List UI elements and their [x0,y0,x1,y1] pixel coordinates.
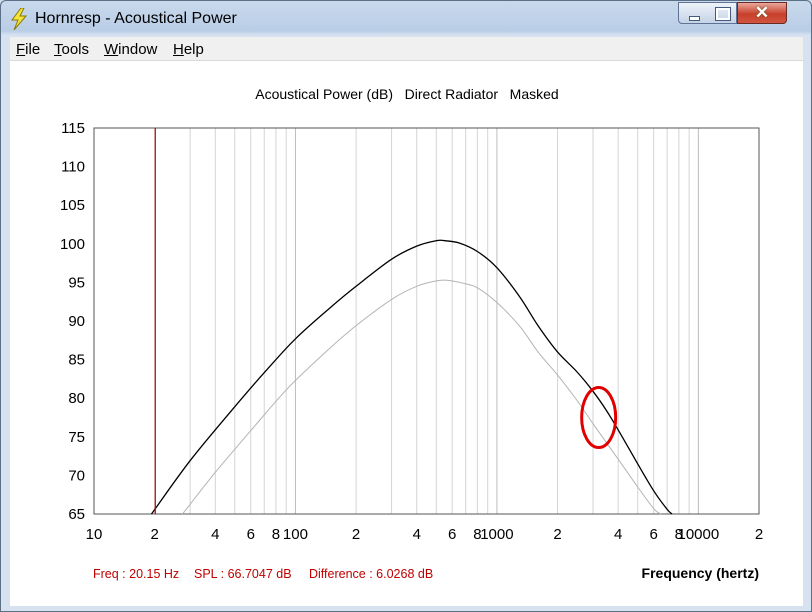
y-tick-label: 110 [61,159,85,176]
x-tick-label: 4 [614,526,622,543]
close-button[interactable]: ✕ [737,2,787,24]
x-tick-label: 6 [649,526,657,543]
y-tick-label: 85 [68,352,85,369]
y-tick-label: 80 [68,390,85,407]
y-tick-label: 65 [68,506,85,523]
x-tick-label: 8 [272,526,280,543]
x-tick-label: 2 [553,526,561,543]
x-tick-label: 4 [211,526,219,543]
x-tick-label: 10 [86,526,103,543]
title-bar[interactable]: Hornresp - Acoustical Power ✕ [1,1,811,35]
x-tick-label: 6 [448,526,456,543]
secondary-power-curve [182,279,661,515]
y-tick-label: 70 [68,467,85,484]
y-tick-label: 95 [68,274,85,291]
status-difference: Difference : 6.0268 dB [309,567,433,581]
acoustical-power-chart[interactable]: 6570758085909510010511011510 2 4 6 8 100 2 4 6 81… [10,61,803,606]
y-tick-label: 100 [60,236,85,253]
menu-file[interactable]: File [16,41,40,58]
x-tick-label: 100 [283,526,308,543]
maximize-button[interactable] [707,2,737,24]
window-title: Hornresp - Acoustical Power [35,10,237,27]
x-tick-label: 10000 [677,526,719,543]
status-spl: SPL : 66.7047 dB [194,567,292,581]
x-tick-label: 1000 [480,526,513,543]
status-frequency: Freq : 20.15 Hz [93,567,179,581]
primary-power-curve [150,239,673,515]
app-window: Hornresp - Acoustical Power ✕ File Tools… [0,0,812,612]
chart-area[interactable]: 65 70 75 80 85 90 95 100 105 110 115 10 2 4 6 8 100 2 4 6 8 1… [10,60,803,606]
minimize-button[interactable] [678,2,708,24]
x-tick-label: 6 [247,526,255,543]
x-tick-label: 2 [755,526,763,543]
y-tick-label: 75 [68,429,85,446]
y-tick-label: 105 [60,197,85,214]
x-tick-label: 2 [150,526,158,543]
x-tick-label: 2 [352,526,360,543]
close-icon: ✕ [754,3,770,22]
lightning-icon [11,8,28,30]
x-axis-label: Frequency (hertz) [642,565,759,581]
y-tick-label: 115 [61,120,85,137]
x-tick-label: 4 [413,526,421,543]
menu-tools[interactable]: Tools [54,41,89,58]
menu-bar: File Tools Window Help [10,37,803,60]
chart-title: Acoustical Power (dB) Direct Radiator Ma… [255,86,558,102]
menu-window[interactable]: Window [104,41,157,58]
y-tick-label: 90 [68,313,85,330]
menu-help[interactable]: Help [173,41,204,58]
